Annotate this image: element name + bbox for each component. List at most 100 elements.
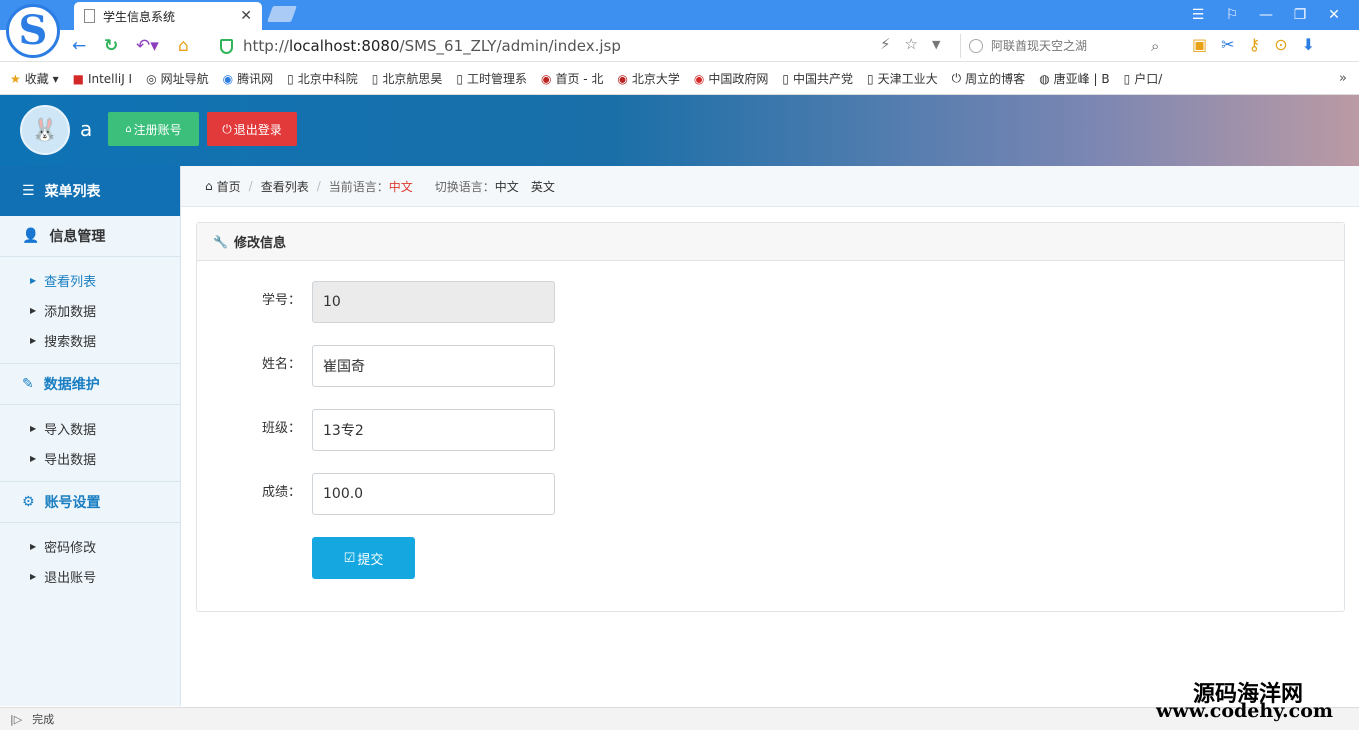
more-icon[interactable]: ⊙ bbox=[1274, 35, 1287, 54]
breadcrumb-current: 查看列表 bbox=[260, 179, 309, 194]
bookmark-item[interactable]: ▯ 天津工业大 bbox=[867, 70, 938, 87]
bookmark-item[interactable]: ■ IntelliJ I bbox=[73, 72, 132, 86]
undo-icon[interactable]: ↶▾ bbox=[136, 35, 159, 57]
bookmark-item[interactable]: ◉ 首页 - 北 bbox=[541, 70, 603, 87]
pku-icon: ◉ bbox=[540, 71, 552, 86]
score-label: 成绩： bbox=[261, 485, 301, 500]
extension-icon[interactable]: ▣ bbox=[1192, 35, 1207, 54]
student-id-label: 学号： bbox=[261, 293, 301, 308]
chevron-down-icon[interactable]: ▼ bbox=[932, 35, 940, 53]
sidebar-submenu: ▶ 查看列表 ▶ 添加数据 ▶ 搜索数据 bbox=[0, 257, 180, 364]
list-icon: ☰ bbox=[22, 183, 35, 199]
key-icon[interactable]: ⚷ bbox=[1249, 35, 1261, 54]
sidebar-item-change-password[interactable]: ▶ 密码修改 bbox=[0, 531, 180, 561]
caret-right-icon: ▶ bbox=[30, 453, 37, 463]
class-field[interactable] bbox=[312, 409, 555, 451]
skin-icon[interactable]: ⚐ bbox=[1215, 4, 1249, 26]
bookmark-item[interactable]: ▯ 户口/ bbox=[1124, 70, 1163, 87]
watermark-url: www.codehy.com bbox=[1156, 700, 1334, 722]
url-field[interactable]: http://localhost:8080/SMS_61_ZLY/admin/i… bbox=[210, 33, 950, 59]
wrench-icon: 🔧 bbox=[213, 234, 228, 249]
lightning-icon[interactable]: ⚡ bbox=[880, 35, 891, 53]
caret-right-icon: ▶ bbox=[30, 541, 37, 551]
sidebar-item-import-data[interactable]: ▶ 导入数据 bbox=[0, 413, 180, 443]
emblem-icon: ◉ bbox=[693, 71, 705, 86]
logout-button[interactable]: ⏻ 退出登录 bbox=[207, 112, 297, 146]
page-icon: ▯ bbox=[782, 71, 790, 86]
caret-right-icon: ▶ bbox=[30, 423, 37, 433]
bookmark-item[interactable]: ◎ 网址导航 bbox=[146, 70, 209, 87]
breadcrumb-separator: / bbox=[316, 179, 321, 193]
bookmark-item[interactable]: ⏻ 周立的博客 bbox=[952, 70, 1026, 87]
caret-right-icon: ▶ bbox=[30, 275, 37, 285]
search-input[interactable] bbox=[991, 39, 1151, 53]
sidebar-item-export-data[interactable]: ▶ 导出数据 bbox=[0, 443, 180, 473]
intellij-icon: ■ bbox=[72, 71, 84, 86]
sidebar-group-account[interactable]: ⚙ 账号设置 bbox=[0, 482, 180, 523]
sidebar-item-view-list[interactable]: ▶ 查看列表 bbox=[0, 265, 180, 295]
sidebar-submenu: ▶ 导入数据 ▶ 导出数据 bbox=[0, 405, 180, 482]
switch-language-en-link[interactable]: 英文 bbox=[531, 178, 555, 195]
play-icon[interactable]: |▷ bbox=[10, 713, 22, 726]
bookmark-item[interactable]: ◍ 唐亚峰 | B bbox=[1039, 70, 1109, 87]
menu-icon[interactable]: ☰ bbox=[1181, 4, 1215, 26]
pku-icon: ◉ bbox=[617, 71, 628, 86]
star-icon[interactable]: ☆ bbox=[905, 35, 918, 53]
sidebar-group-info[interactable]: 👤 信息管理 bbox=[0, 216, 180, 257]
url-text: http://localhost:8080/SMS_61_ZLY/admin/i… bbox=[243, 37, 621, 55]
browser-titlebar: 学生信息系统 ✕ ☰ ⚐ — ❐ ✕ bbox=[0, 0, 1359, 30]
sidebar-group-maintenance[interactable]: ✎ 数据维护 bbox=[0, 364, 180, 405]
switch-language-zh-link[interactable]: 中文 bbox=[495, 178, 519, 195]
submit-button[interactable]: ☑ 提交 bbox=[312, 537, 415, 579]
download-icon[interactable]: ⬇ bbox=[1302, 35, 1315, 54]
home-icon: ⌂ bbox=[205, 179, 213, 193]
search-box: ⌕ bbox=[960, 34, 1178, 58]
name-field[interactable] bbox=[312, 345, 555, 387]
chevron-right-icon[interactable]: » bbox=[1339, 71, 1347, 86]
search-icon[interactable]: ⌕ bbox=[1151, 37, 1159, 55]
bookmark-item[interactable]: ◉ 腾讯网 bbox=[223, 70, 274, 87]
page-icon: ▯ bbox=[456, 71, 463, 86]
score-field[interactable] bbox=[312, 473, 555, 515]
bookmark-item[interactable]: ▯ 北京航思昊 bbox=[372, 70, 443, 87]
breadcrumb-separator: / bbox=[248, 179, 253, 193]
bookmark-item[interactable]: ▯ 北京中科院 bbox=[287, 70, 358, 87]
form-row-student-id: 学号： bbox=[197, 281, 597, 323]
page-icon bbox=[84, 9, 95, 23]
register-button[interactable]: ⌂ 注册账号 bbox=[108, 112, 199, 146]
restore-icon[interactable]: ❐ bbox=[1283, 4, 1317, 26]
close-window-icon[interactable]: ✕ bbox=[1317, 4, 1351, 26]
browser-logo-icon: S bbox=[6, 4, 60, 58]
home-icon[interactable]: ⌂ bbox=[178, 35, 189, 57]
caret-right-icon: ▶ bbox=[30, 305, 37, 315]
page-icon: ▯ bbox=[371, 71, 379, 86]
sidebar-submenu: ▶ 密码修改 ▶ 退出账号 bbox=[0, 523, 180, 599]
bookmark-item[interactable]: ★ 收藏 ▾ bbox=[10, 70, 59, 87]
scissors-icon[interactable]: ✂ bbox=[1221, 35, 1234, 54]
back-arrow-icon[interactable]: ← bbox=[72, 35, 86, 57]
bookmark-item[interactable]: ◉ 北京大学 bbox=[617, 70, 680, 87]
page-icon: ▯ bbox=[287, 71, 294, 86]
browser-tab-active[interactable]: 学生信息系统 ✕ bbox=[74, 2, 262, 30]
tab-title: 学生信息系统 bbox=[103, 9, 176, 24]
sidebar-item-logout-account[interactable]: ▶ 退出账号 bbox=[0, 561, 180, 591]
page-icon: ▯ bbox=[1123, 71, 1131, 86]
breadcrumb-home[interactable]: 首页 bbox=[217, 178, 241, 195]
minimize-icon[interactable]: — bbox=[1249, 4, 1283, 26]
form-row-class: 班级： bbox=[197, 409, 597, 451]
student-id-field[interactable] bbox=[312, 281, 555, 323]
tab-close-icon[interactable]: ✕ bbox=[240, 8, 252, 24]
new-tab-button[interactable] bbox=[267, 6, 297, 22]
sidebar-item-add-data[interactable]: ▶ 添加数据 bbox=[0, 295, 180, 325]
app-header: 🐰 a ⌂ 注册账号 ⏻ 退出登录 bbox=[0, 95, 1359, 166]
star-icon: ★ bbox=[10, 71, 21, 86]
globe-icon: ◎ bbox=[146, 71, 157, 86]
bookmark-item[interactable]: ◉ 中国政府网 bbox=[694, 70, 769, 87]
bookmark-item[interactable]: ▯ 工时管理系 bbox=[456, 70, 527, 87]
caret-right-icon: ▶ bbox=[30, 335, 37, 345]
toolbar-icons: ▣ ✂ ⚷ ⊙ ⬇ bbox=[1192, 35, 1315, 54]
refresh-icon[interactable]: ↻ bbox=[104, 35, 118, 57]
sidebar-item-search-data[interactable]: ▶ 搜索数据 bbox=[0, 325, 180, 355]
edit-panel: 🔧 修改信息 学号： 姓名： 班级： 成绩： ☑提交 bbox=[196, 222, 1345, 612]
bookmark-item[interactable]: ▯ 中国共产党 bbox=[782, 70, 853, 87]
